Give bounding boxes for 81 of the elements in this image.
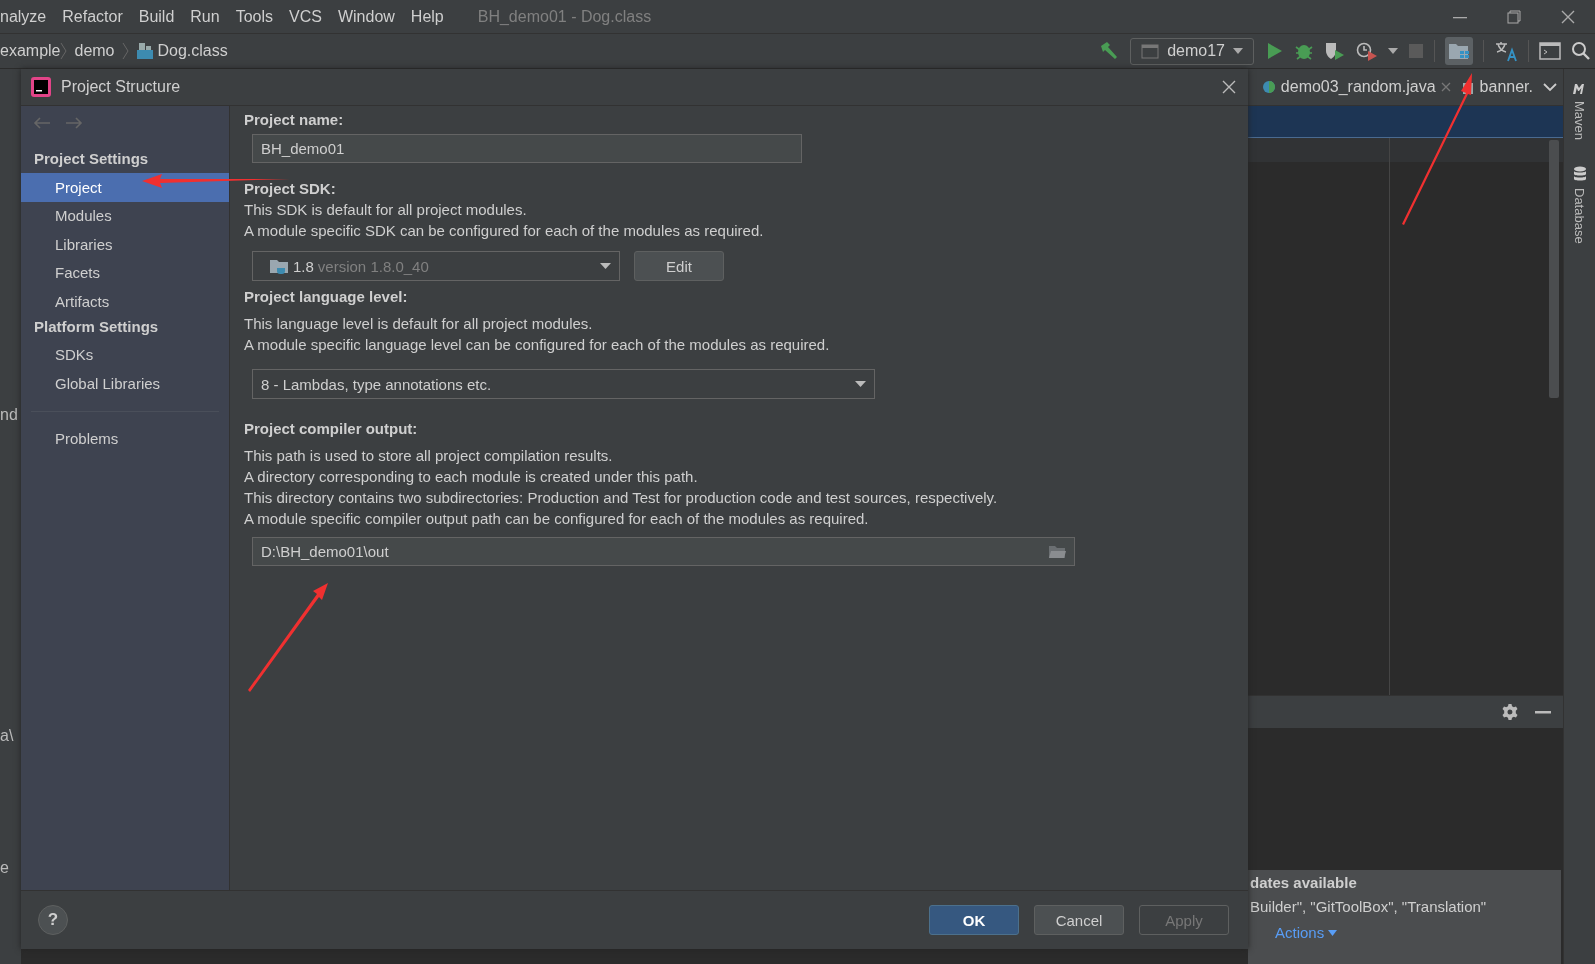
section-heading: Platform Settings bbox=[33, 316, 160, 337]
description-text: A module specific compiler output path can be configured for each of the modules as required. bbox=[244, 509, 869, 529]
menu-item[interactable]: Window bbox=[329, 7, 403, 26]
description-text: A directory corresponding to each module is created under this path. bbox=[244, 467, 698, 487]
description-text: A module specific SDK can be configured for each of the modules as required. bbox=[244, 221, 764, 241]
app-logo-icon bbox=[31, 77, 51, 97]
search-icon[interactable] bbox=[1571, 41, 1591, 61]
tool-window-button[interactable]: Maven bbox=[1571, 81, 1588, 141]
run-configuration-dropdown[interactable]: demo17 bbox=[1130, 37, 1254, 65]
menu-item[interactable]: Help bbox=[402, 7, 452, 26]
description-text: This SDK is default for all project modules. bbox=[244, 200, 527, 220]
sidebar-item[interactable]: Artifacts bbox=[21, 287, 229, 316]
scrollbar-thumb[interactable] bbox=[1549, 140, 1559, 398]
dialog-button[interactable]: Cancel bbox=[1034, 905, 1124, 935]
java-file-icon bbox=[1261, 79, 1276, 95]
editor-tab[interactable]: demo03_random.java bbox=[1261, 78, 1451, 96]
window-title: BH_demo01 - Dog.class bbox=[477, 7, 653, 26]
description-text: This language level is default for all project modules. bbox=[244, 314, 593, 334]
text-fragment: e bbox=[0, 859, 9, 877]
terminal-window-icon[interactable] bbox=[1539, 42, 1561, 60]
sidebar-item[interactable]: Libraries bbox=[21, 230, 229, 259]
breadcrumb-item[interactable]: example bbox=[0, 42, 61, 60]
field-label: Project SDK: bbox=[244, 179, 336, 199]
edit-button[interactable]: Edit bbox=[634, 251, 724, 281]
chevron-down-icon[interactable] bbox=[1543, 82, 1557, 92]
field-label: Project compiler output: bbox=[244, 419, 418, 439]
sidebar-item[interactable]: Problems bbox=[21, 424, 229, 453]
menu-item[interactable]: Refactor bbox=[54, 7, 131, 26]
sidebar-item[interactable]: Facets bbox=[21, 258, 229, 287]
field-label: Project name: bbox=[244, 110, 344, 130]
sidebar-item[interactable]: Modules bbox=[21, 201, 229, 230]
section-heading: Project Settings bbox=[33, 149, 150, 169]
folder-grid-icon bbox=[1448, 42, 1470, 60]
menu-item[interactable]: Tools bbox=[227, 7, 281, 26]
caret-icon bbox=[1233, 48, 1243, 54]
menu-item[interactable]: nalyze bbox=[0, 7, 55, 26]
sidebar-item[interactable]: SDKs bbox=[21, 340, 229, 369]
clock-play-icon[interactable] bbox=[1356, 41, 1378, 61]
caret-icon bbox=[600, 263, 611, 269]
chevron-icon bbox=[121, 42, 129, 60]
breadcrumb-item[interactable]: Dog.class bbox=[157, 42, 228, 60]
translate-icon[interactable] bbox=[1494, 40, 1518, 62]
text-field[interactable]: BH_demo01 bbox=[252, 134, 802, 163]
settings-icon[interactable] bbox=[1501, 703, 1519, 721]
field-label: Project language level: bbox=[244, 287, 408, 307]
folder-icon[interactable] bbox=[1048, 544, 1066, 559]
close-icon[interactable] bbox=[1440, 82, 1451, 92]
dialog-title: Project Structure bbox=[61, 78, 182, 96]
description-text: This path is used to store all project compilation results. bbox=[244, 446, 613, 466]
description-text: A module specific language level can be configured for each of the modules as required. bbox=[244, 335, 830, 355]
ok-button[interactable]: OK bbox=[929, 905, 1019, 935]
breadcrumb-item[interactable]: demo bbox=[74, 42, 115, 60]
close-icon[interactable] bbox=[1561, 9, 1575, 24]
menu-item[interactable]: Run bbox=[182, 7, 228, 26]
menu-item[interactable]: VCS bbox=[281, 7, 330, 26]
path-field[interactable]: D:\BH_demo01\out bbox=[252, 537, 1075, 566]
text-fragment: nd bbox=[0, 406, 18, 424]
notification-text: Builder", "GitToolBox", "Translation" bbox=[1250, 897, 1488, 917]
shield-play-icon[interactable] bbox=[1324, 41, 1346, 61]
chevron-icon bbox=[60, 42, 68, 60]
caret-icon bbox=[855, 381, 866, 387]
help-button[interactable]: ? bbox=[38, 905, 68, 935]
notification-title: dates available bbox=[1250, 873, 1358, 893]
window-icon bbox=[1141, 43, 1160, 59]
database-icon bbox=[1572, 166, 1587, 183]
caret-icon bbox=[1328, 929, 1338, 936]
menu-item[interactable]: Build bbox=[130, 7, 183, 26]
tool-window-button[interactable]: Database bbox=[1572, 166, 1587, 244]
sidebar-item[interactable]: Project bbox=[21, 173, 229, 202]
project-structure-button[interactable] bbox=[1445, 37, 1473, 65]
restore-icon[interactable] bbox=[1507, 9, 1521, 24]
description-text: This directory contains two subdirectories: Production and Test for production code and test sources, respectively. bbox=[244, 488, 998, 508]
sdk-dropdown[interactable]: 1.8 version 1.8.0_40 bbox=[252, 251, 620, 281]
sidebar-item[interactable]: Global Libraries bbox=[21, 369, 229, 398]
class-file-icon bbox=[135, 42, 154, 60]
close-icon[interactable] bbox=[1222, 80, 1236, 94]
text-fragment: a\ bbox=[0, 727, 14, 745]
caret-icon[interactable] bbox=[1388, 48, 1398, 54]
language-level-dropdown[interactable]: 8 - Lambdas, type annotations etc. bbox=[252, 369, 875, 399]
folder-icon bbox=[269, 258, 289, 274]
minimize-icon[interactable] bbox=[1535, 710, 1551, 714]
